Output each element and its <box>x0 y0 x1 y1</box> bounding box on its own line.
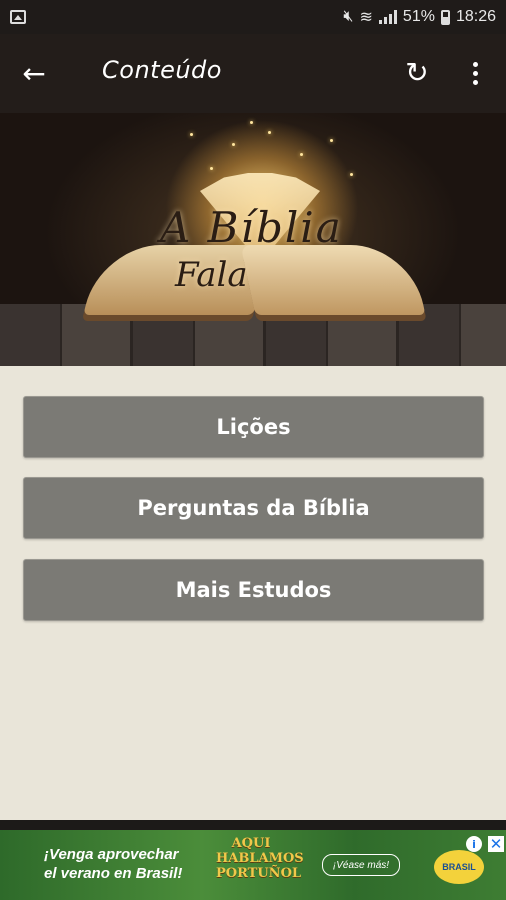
ad-divider <box>0 820 506 830</box>
ad-logo: AQUI HABLAMOS PORTUÑOL <box>216 836 304 881</box>
ad-cta-button[interactable]: ¡Véase más! <box>322 854 400 876</box>
battery-icon <box>440 9 450 25</box>
banner-title: A Bíblia <box>160 203 343 252</box>
banner-subtitle: Fala <box>175 255 248 295</box>
app-bar: ← Conteúdo ↻ <box>0 34 506 113</box>
menu-content: Lições Perguntas da Bíblia Mais Estudos <box>0 366 506 820</box>
ad-close-icon[interactable]: ✕ <box>488 835 504 853</box>
image-icon <box>10 10 26 24</box>
ad-brand-logo: BRASIL <box>434 850 484 884</box>
perguntas-button[interactable]: Perguntas da Bíblia <box>23 477 484 539</box>
wooden-table <box>0 304 506 366</box>
clock: 18:26 <box>455 8 496 25</box>
signal-icon <box>378 10 397 24</box>
licoes-button[interactable]: Lições <box>23 396 484 458</box>
status-bar: 🔇︎ ≋ 51% 18:26 <box>0 0 506 34</box>
header-banner: A Bíblia Fala <box>0 113 506 366</box>
mais-estudos-button[interactable]: Mais Estudos <box>23 559 484 621</box>
battery-level: 51% <box>402 8 435 25</box>
more-vert-icon[interactable] <box>462 56 488 90</box>
mute-icon: 🔇︎ <box>343 8 354 25</box>
arrow-back-icon[interactable]: ← <box>18 58 50 90</box>
open-book-right <box>240 245 426 315</box>
ad-info-icon[interactable]: i <box>466 836 482 852</box>
page-title: Conteúdo <box>102 56 222 84</box>
refresh-icon[interactable]: ↻ <box>400 56 434 90</box>
ad-text: ¡Venga aprovechar el verano en Brasil! <box>44 846 183 882</box>
wifi-icon: ≋ <box>359 9 373 26</box>
ad-banner[interactable]: ¡Venga aprovechar el verano en Brasil! A… <box>0 830 506 900</box>
